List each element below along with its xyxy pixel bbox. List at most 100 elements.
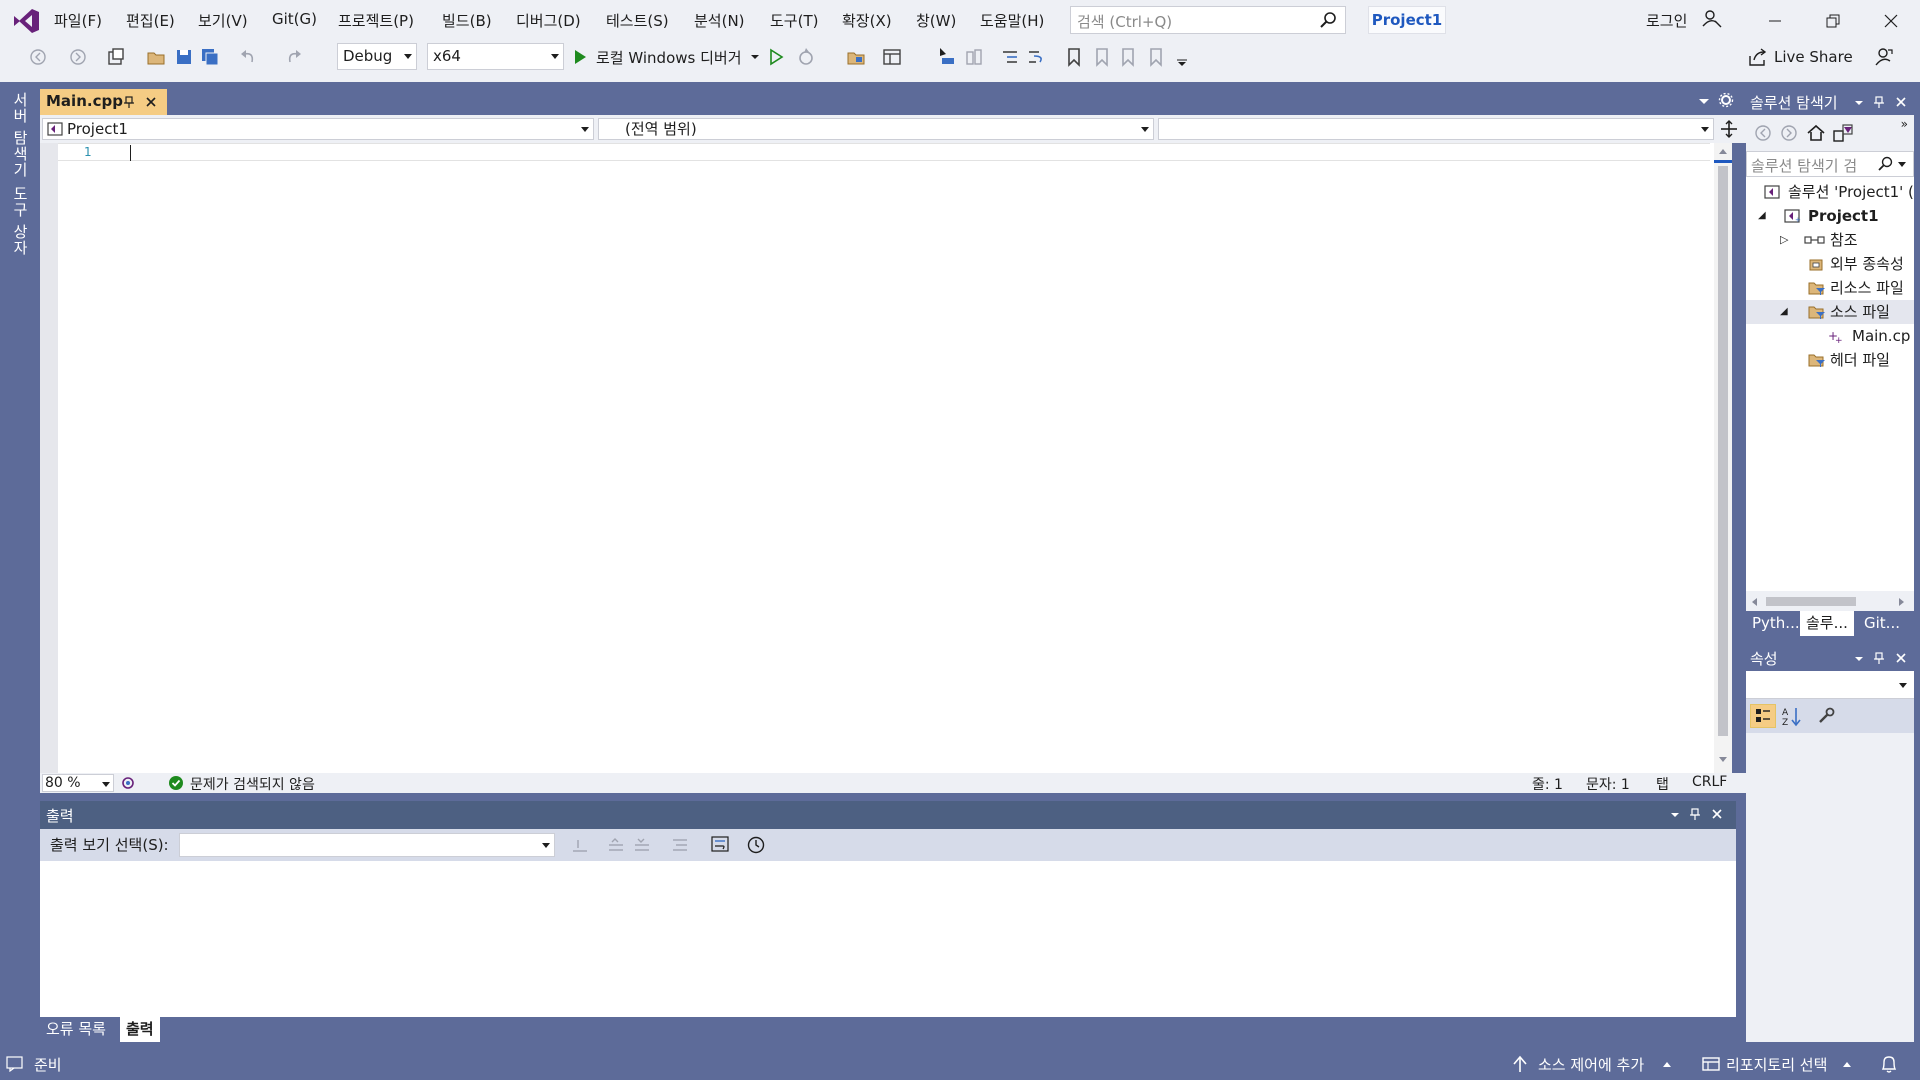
pin-icon[interactable] — [1872, 651, 1886, 665]
close-icon[interactable] — [144, 95, 158, 109]
pin-icon[interactable] — [122, 95, 136, 109]
save-all-icon[interactable] — [200, 46, 220, 68]
notifications-bell-icon[interactable] — [1880, 1054, 1898, 1074]
back-icon[interactable] — [1754, 124, 1772, 142]
clear-all-icon[interactable] — [670, 836, 690, 854]
find-message-icon[interactable] — [570, 836, 590, 854]
toolbar-overflow-icon[interactable] — [1172, 46, 1192, 68]
search-box[interactable]: 검색 (Ctrl+Q) — [1070, 6, 1346, 34]
start-without-debugging-icon[interactable] — [766, 46, 786, 68]
tree-item-main-cpp[interactable]: + + Main.cp — [1746, 324, 1914, 348]
menu-help[interactable]: 도움말(H) — [980, 10, 1044, 31]
server-explorer-tab[interactable]: 서버 탐색기 — [10, 92, 31, 178]
scrollbar-thumb[interactable] — [1766, 597, 1856, 606]
menu-edit[interactable]: 편집(E) — [126, 10, 175, 31]
word-wrap-icon[interactable] — [710, 835, 730, 853]
alphabetical-sort-icon[interactable]: AZ — [1780, 704, 1804, 728]
solution-platform-select[interactable]: x64 — [427, 43, 564, 70]
comment-lines-icon[interactable] — [1000, 46, 1020, 68]
project-dropdown[interactable]: Project1 — [42, 118, 594, 140]
line-ending-indicator[interactable]: CRLF — [1692, 774, 1727, 790]
scroll-up-icon[interactable] — [1718, 147, 1728, 155]
tree-item-expander[interactable]: ▷ — [1780, 228, 1788, 252]
error-list-tab[interactable]: 오류 목록 — [40, 1017, 112, 1042]
close-icon[interactable] — [1894, 651, 1908, 665]
column-indicator[interactable]: 문자: 1 — [1586, 774, 1630, 794]
chevron-down-icon[interactable] — [1897, 161, 1907, 169]
property-pages-wrench-icon[interactable] — [1816, 706, 1836, 726]
hot-reload-icon[interactable] — [796, 46, 816, 68]
indent-indicator[interactable]: 탭 — [1656, 774, 1669, 794]
intellicode-icon[interactable] — [120, 775, 136, 791]
scroll-down-icon[interactable] — [1718, 756, 1728, 764]
select-repository-button[interactable]: 리포지토리 선택 — [1726, 1054, 1827, 1075]
open-folder-icon[interactable] — [146, 46, 166, 68]
output-text-area[interactable] — [40, 861, 1736, 1017]
delete-breakpoints-icon[interactable] — [964, 46, 984, 68]
tab-overflow-icon[interactable] — [1696, 94, 1712, 108]
python-environments-tab[interactable]: Pyth... — [1746, 611, 1806, 636]
zoom-select[interactable]: 80 % — [42, 774, 114, 792]
feedback-person-icon[interactable] — [1874, 46, 1894, 68]
output-source-select[interactable] — [179, 833, 555, 857]
menu-file[interactable]: 파일(F) — [54, 10, 102, 31]
clear-bookmarks-icon[interactable] — [1146, 46, 1166, 68]
editor-settings-icon[interactable] — [1718, 92, 1734, 108]
menu-extensions[interactable]: 확장(X) — [842, 10, 892, 31]
git-changes-tab[interactable]: Git... — [1858, 611, 1906, 636]
next-message-icon[interactable] — [632, 836, 652, 854]
tree-item-resource-files[interactable]: 리소스 파일 — [1746, 276, 1914, 300]
categorized-icon[interactable] — [1750, 704, 1776, 728]
forward-icon[interactable] — [68, 46, 88, 68]
split-window-icon[interactable] — [1720, 120, 1738, 138]
next-bookmark-icon[interactable] — [1118, 46, 1138, 68]
tree-item-source-files[interactable]: ◢ 소스 파일 — [1746, 300, 1914, 324]
issues-status[interactable]: 문제가 검색되지 않음 — [190, 774, 315, 794]
output-tab[interactable]: 출력 — [120, 1017, 160, 1042]
tree-item-header-files[interactable]: 헤더 파일 — [1746, 348, 1914, 372]
uncomment-lines-icon[interactable] — [1026, 46, 1046, 68]
step-into-icon[interactable] — [936, 46, 956, 68]
new-project-icon[interactable] — [106, 46, 126, 68]
menu-window[interactable]: 창(W) — [916, 10, 956, 31]
browse-files-icon[interactable] — [846, 46, 866, 68]
solution-configuration-select[interactable]: Debug — [337, 43, 417, 70]
code-editor[interactable] — [40, 143, 1730, 773]
more-options-icon[interactable]: » — [1901, 117, 1908, 131]
previous-message-icon[interactable] — [606, 836, 626, 854]
line-indicator[interactable]: 줄: 1 — [1532, 774, 1563, 794]
close-icon[interactable] — [1710, 807, 1724, 821]
restore-icon[interactable] — [1820, 8, 1846, 34]
tree-item-solution[interactable]: 솔루션 'Project1' ( — [1746, 180, 1914, 204]
solution-horizontal-scrollbar[interactable] — [1746, 591, 1914, 611]
minimize-icon[interactable] — [1762, 8, 1788, 34]
forward-icon[interactable] — [1780, 124, 1798, 142]
login-button[interactable]: 로그인 — [1646, 10, 1687, 31]
bookmark-icon[interactable] — [1064, 46, 1084, 68]
menu-view[interactable]: 보기(V) — [198, 10, 248, 31]
tree-item-references[interactable]: ▷ 참조 — [1746, 228, 1914, 252]
home-icon[interactable] — [1806, 123, 1826, 143]
solution-explorer-search[interactable]: 솔루션 탐색기 검 — [1746, 151, 1914, 177]
tree-item-expander[interactable]: ◢ — [1780, 300, 1788, 324]
window-layout-icon[interactable] — [882, 46, 902, 68]
start-debugging-button[interactable]: 로컬 Windows 디버거 — [572, 44, 762, 70]
scroll-left-icon[interactable] — [1750, 597, 1758, 607]
toolbox-tab[interactable]: 도구 상자 — [10, 186, 31, 256]
scope-dropdown[interactable]: (전역 범위) — [598, 118, 1154, 140]
tree-item-expander[interactable]: ◢ — [1758, 204, 1766, 228]
live-share-button[interactable]: Live Share — [1748, 48, 1853, 66]
chevron-up-icon[interactable] — [1842, 1060, 1852, 1068]
previous-bookmark-icon[interactable] — [1092, 46, 1112, 68]
member-dropdown[interactable] — [1158, 118, 1714, 140]
menu-analyze[interactable]: 분석(N) — [694, 10, 745, 31]
undo-icon[interactable] — [238, 46, 258, 68]
pin-icon[interactable] — [1872, 95, 1886, 109]
redo-icon[interactable] — [284, 46, 304, 68]
properties-object-select[interactable] — [1746, 671, 1914, 699]
scroll-right-icon[interactable] — [1898, 597, 1906, 607]
menu-project[interactable]: 프로젝트(P) — [338, 10, 414, 31]
back-icon[interactable] — [28, 46, 48, 68]
chevron-down-icon[interactable] — [1668, 809, 1682, 821]
person-pin-icon[interactable] — [1702, 9, 1722, 29]
